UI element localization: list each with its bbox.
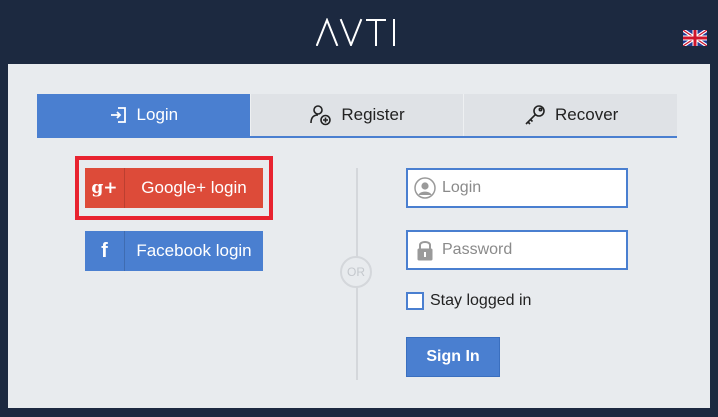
or-separator: OR	[340, 256, 372, 288]
login-arrow-icon	[109, 105, 129, 125]
password-field[interactable]	[406, 230, 628, 270]
facebook-login-label: Facebook login	[136, 241, 252, 260]
key-icon	[523, 103, 547, 127]
password-input[interactable]	[442, 241, 622, 259]
tab-login[interactable]: Login	[37, 94, 251, 136]
stay-logged-in-row: Stay logged in	[406, 292, 531, 310]
app-logo	[0, 17, 718, 55]
tab-register[interactable]: Register	[250, 94, 465, 136]
tab-label: Recover	[555, 105, 619, 124]
auth-tabs: Login Register Recover	[37, 94, 678, 138]
stay-logged-in-label: Stay logged in	[430, 292, 532, 309]
login-field[interactable]	[406, 168, 628, 208]
facebook-icon: f	[85, 231, 125, 271]
login-input[interactable]	[442, 179, 622, 197]
uk-flag-icon[interactable]	[682, 28, 708, 48]
lock-icon	[408, 232, 442, 268]
login-panel: Login Register Recover g+ Google+ login …	[8, 64, 710, 408]
user-icon	[408, 170, 442, 206]
facebook-login-button[interactable]: f Facebook login	[85, 231, 263, 271]
tab-label: Register	[341, 105, 405, 124]
tab-label: Login	[136, 105, 179, 124]
top-bar	[0, 0, 718, 64]
add-user-icon	[309, 103, 333, 127]
highlight-box	[75, 156, 273, 220]
avti-logo-mark	[315, 17, 395, 48]
tab-recover[interactable]: Recover	[464, 94, 678, 136]
stay-logged-in-checkbox[interactable]	[406, 292, 424, 310]
sign-in-button[interactable]: Sign In	[406, 337, 500, 377]
